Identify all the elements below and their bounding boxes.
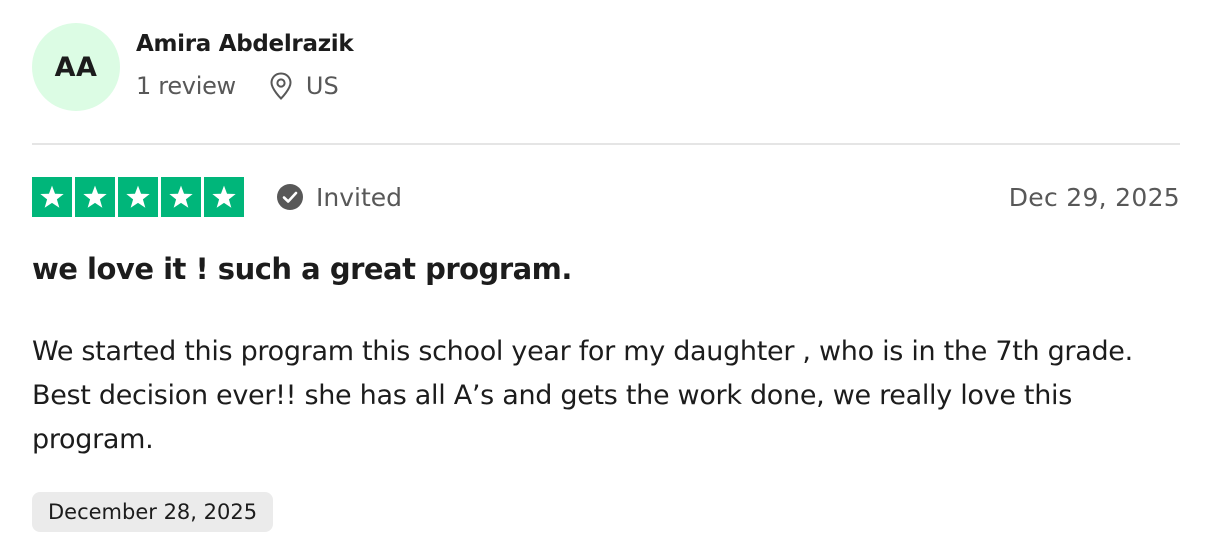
- experience-date-badge: December 28, 2025: [32, 492, 274, 532]
- rating-row: Invited Dec 29, 2025: [32, 177, 1180, 217]
- invited-status[interactable]: Invited: [276, 183, 402, 212]
- reviewer-header: AA Amira Abdelrazik 1 review US: [32, 23, 354, 111]
- location-text: US: [305, 72, 339, 100]
- review-title[interactable]: we love it ! such a great program.: [32, 252, 572, 286]
- invited-label: Invited: [316, 182, 403, 212]
- reviewer-name[interactable]: Amira Abdelrazik: [136, 29, 354, 59]
- reviewer-info: Amira Abdelrazik 1 review US: [136, 23, 354, 101]
- reviewer-location: US: [268, 71, 339, 101]
- star-rating: [32, 177, 244, 217]
- star-icon: [204, 177, 244, 217]
- star-icon: [118, 177, 158, 217]
- review-date: Dec 29, 2025: [1008, 182, 1180, 212]
- star-icon: [161, 177, 201, 217]
- star-icon: [75, 177, 115, 217]
- review-card: AA Amira Abdelrazik 1 review US Invited …: [0, 0, 1206, 554]
- avatar[interactable]: AA: [32, 23, 120, 111]
- star-icon: [32, 177, 72, 217]
- reviewer-meta: 1 review US: [136, 71, 353, 101]
- review-count: 1 review: [136, 72, 236, 100]
- divider: [32, 143, 1180, 145]
- review-body: We started this program this school year…: [32, 336, 1133, 455]
- check-circle-icon: [276, 183, 304, 211]
- location-pin-icon: [268, 71, 294, 101]
